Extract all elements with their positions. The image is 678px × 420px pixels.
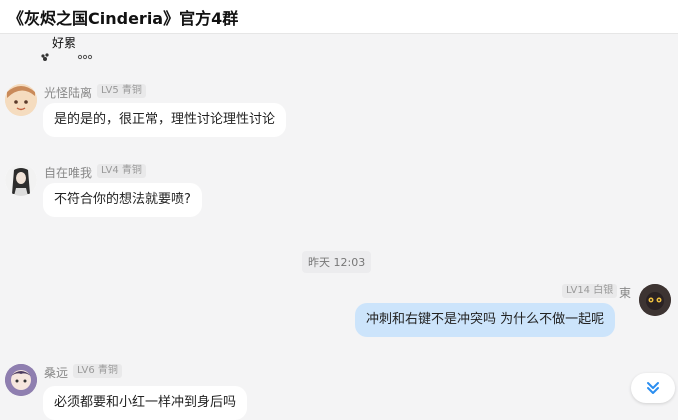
sender-name[interactable]: 東: [619, 284, 631, 301]
message-list[interactable]: 好累 光怪陆离 LV5 青铜 是的是的，很正常，理性讨论理性讨论 自在唯我 LV…: [0, 34, 678, 420]
sender-name[interactable]: 光怪陆离: [44, 84, 92, 101]
message-bubble[interactable]: 必须都要和小红一样冲到身后吗: [43, 386, 248, 420]
level-badge: LV14 白银: [562, 284, 618, 298]
avatar[interactable]: [5, 84, 37, 116]
message-bubble[interactable]: 是的是的，很正常，理性讨论理性讨论: [43, 103, 287, 137]
sender-name[interactable]: 自在唯我: [44, 164, 92, 181]
level-badge: LV5 青铜: [97, 84, 146, 98]
avatar[interactable]: [5, 364, 37, 396]
scroll-to-bottom-button[interactable]: [631, 373, 675, 403]
avatar[interactable]: [639, 284, 671, 316]
level-badge: LV4 青铜: [97, 164, 146, 178]
sender-name[interactable]: 桑远: [44, 364, 68, 381]
double-chevron-down-icon: [647, 382, 659, 394]
sticker-image[interactable]: 好累: [38, 34, 98, 62]
message-bubble-self[interactable]: 冲刺和右键不是冲突吗 为什么不做一起呢: [355, 303, 616, 337]
level-badge: LV6 青铜: [73, 364, 122, 378]
timestamp: 昨天 12:03: [302, 251, 372, 273]
message-bubble[interactable]: 不符合你的想法就要喷?: [43, 183, 202, 217]
avatar[interactable]: [5, 164, 37, 196]
group-title: 《灰烬之国Cinderia》官方4群: [8, 9, 239, 28]
chat-header: 《灰烬之国Cinderia》官方4群: [0, 0, 678, 34]
